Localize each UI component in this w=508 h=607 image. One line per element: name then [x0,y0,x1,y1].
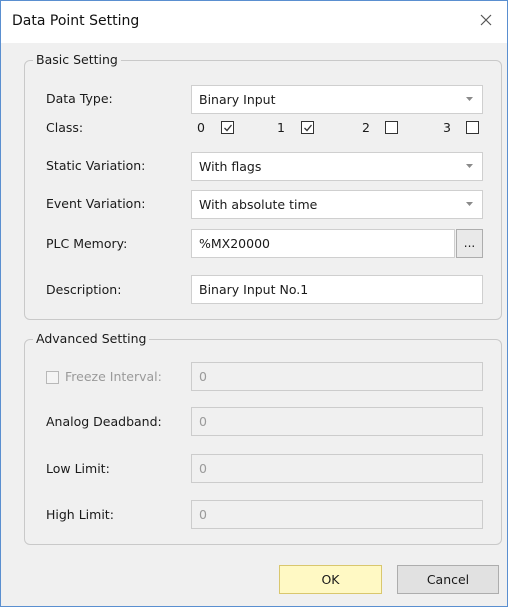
description-value: Binary Input No.1 [199,282,309,297]
chevron-down-icon[interactable] [457,153,482,180]
analog-deadband-input: 0 [191,407,483,436]
static-variation-label: Static Variation: [46,158,146,173]
class-2-label: 2 [362,120,370,135]
basic-setting-title: Basic Setting [33,52,121,67]
low-limit-label: Low Limit: [46,461,110,476]
data-type-select[interactable]: Binary Input [191,85,483,114]
chevron-down-icon[interactable] [457,86,482,113]
description-label: Description: [46,282,122,297]
description-input[interactable]: Binary Input No.1 [191,275,483,304]
class-0-checkbox[interactable] [221,121,234,134]
freeze-interval-value: 0 [199,369,207,384]
event-variation-select[interactable]: With absolute time [191,190,483,219]
plc-memory-value: %MX20000 [199,236,270,251]
dialog-title: Data Point Setting [12,13,140,29]
advanced-setting-group: Advanced Setting Freeze Interval: 0 Anal… [24,331,502,545]
high-limit-value: 0 [199,507,207,522]
static-variation-value: With flags [199,159,262,174]
freeze-interval-checkbox[interactable] [46,371,59,384]
data-point-setting-dialog: Data Point Setting Basic Setting Data Ty… [0,0,508,607]
title-bar: Data Point Setting [1,1,507,43]
advanced-setting-title: Advanced Setting [33,331,150,346]
dialog-body: Basic Setting Data Type: Binary Input Cl… [1,43,507,606]
event-variation-label: Event Variation: [46,196,146,211]
freeze-interval-input: 0 [191,362,483,391]
class-3-label: 3 [443,120,451,135]
basic-setting-group: Basic Setting Data Type: Binary Input Cl… [24,52,502,320]
analog-deadband-label: Analog Deadband: [46,414,162,429]
class-3-checkbox[interactable] [466,121,479,134]
plc-memory-label: PLC Memory: [46,236,128,251]
static-variation-select[interactable]: With flags [191,152,483,181]
class-1-checkbox[interactable] [301,121,314,134]
high-limit-input: 0 [191,500,483,529]
plc-memory-input[interactable]: %MX20000 [191,229,455,258]
chevron-down-icon[interactable] [457,191,482,218]
freeze-interval-label: Freeze Interval: [65,369,162,384]
class-2-checkbox[interactable] [385,121,398,134]
data-type-label: Data Type: [46,91,113,106]
cancel-button[interactable]: Cancel [397,565,499,594]
analog-deadband-value: 0 [199,414,207,429]
low-limit-value: 0 [199,461,207,476]
event-variation-value: With absolute time [199,197,318,212]
close-icon[interactable] [475,9,497,31]
plc-memory-browse-button[interactable]: ... [456,229,483,258]
class-1-label: 1 [277,120,285,135]
class-label: Class: [46,120,84,135]
high-limit-label: High Limit: [46,507,114,522]
data-type-value: Binary Input [199,92,276,107]
class-0-label: 0 [197,120,205,135]
low-limit-input: 0 [191,454,483,483]
ok-button[interactable]: OK [279,565,382,594]
